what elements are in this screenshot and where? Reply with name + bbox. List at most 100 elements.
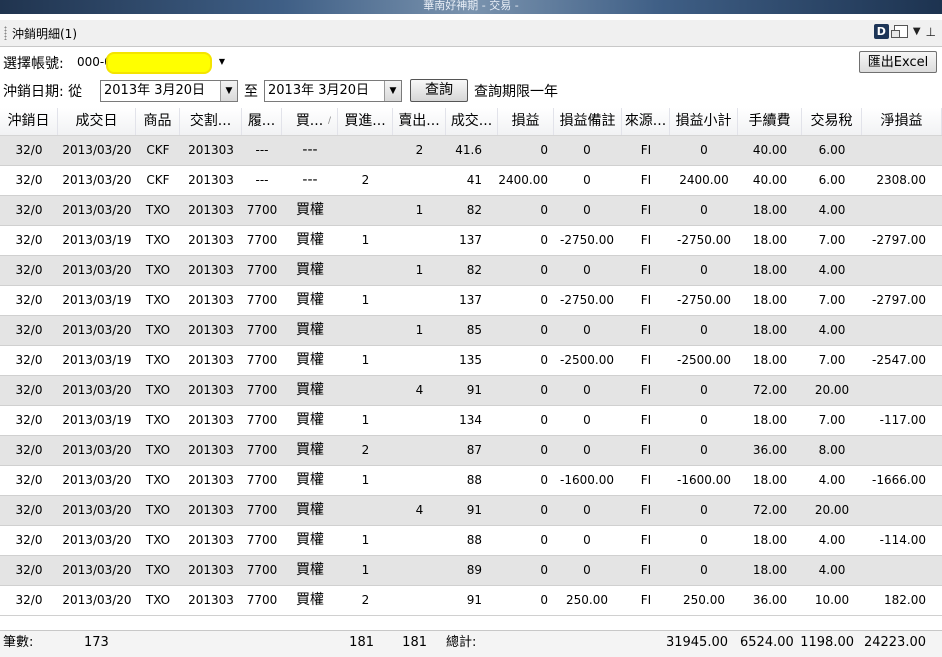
column-header-pl[interactable]: 損益	[498, 108, 554, 135]
table-row[interactable]: 32/0 2013/03/20 TXO 201303 7700 買權 1 88 0 0 FI 0 18.…	[0, 526, 942, 556]
cell-sell-qty	[393, 526, 446, 555]
cell-source: FI	[640, 233, 652, 247]
cell-net-pl: -114.00	[879, 533, 926, 547]
count-label: 筆數:	[3, 635, 34, 650]
column-header-buy-qty[interactable]: 買進...	[338, 108, 393, 135]
date-to-picker[interactable]: 2013年 3月20日 ▼	[264, 80, 402, 102]
cell-call-put: 買權	[296, 382, 324, 398]
cell-strike: 7700	[246, 443, 278, 457]
chevron-down-icon[interactable]: ▼	[913, 26, 921, 37]
cell-buy-qty	[338, 316, 393, 345]
chevron-down-icon[interactable]: ▼	[220, 81, 237, 101]
table-row[interactable]: 32/0 2013/03/20 TXO 201303 7700 買權 2 91 0 250.00 F…	[0, 586, 942, 616]
cell-product: TXO	[145, 233, 171, 247]
cell-call-put: 買權	[296, 352, 324, 368]
column-header-close-date[interactable]: 沖銷日	[0, 108, 58, 135]
column-header-strike[interactable]: 履...	[242, 108, 282, 135]
cell-pl: 0	[540, 563, 548, 577]
table-row[interactable]: 32/0 2013/03/20 TXO 201303 7700 買權 1 82 0 0 FI 0 18.…	[0, 256, 942, 286]
table-row[interactable]: 32/0 2013/03/20 TXO 201303 7700 買權 1 85 0 0 FI 0 18.…	[0, 316, 942, 346]
column-header-pl-note[interactable]: 損益備註	[554, 108, 622, 135]
column-header-sell-qty[interactable]: 賣出...	[393, 108, 446, 135]
cell-product: TXO	[145, 203, 171, 217]
cell-strike: 7700	[246, 263, 278, 277]
cell-tax: 4.00	[818, 203, 846, 217]
cell-buy-qty: 1	[361, 353, 370, 367]
cell-pl-note: 0	[583, 533, 591, 547]
table-row[interactable]: 32/0 2013/03/20 CKF 201303 --- --- 2 41 2400.00 0…	[0, 166, 942, 196]
cell-source: FI	[640, 383, 652, 397]
column-header-pl-subtotal[interactable]: 損益小計	[670, 108, 738, 135]
grid-rows[interactable]: 32/0 2013/03/20 CKF 201303 --- --- 2 41.6 0 0 FI 0 4…	[0, 136, 942, 616]
cell-pl: 0	[540, 143, 548, 157]
account-label: 選擇帳號:	[3, 56, 64, 72]
cell-trade-date: 2013/03/20	[62, 173, 132, 187]
table-row[interactable]: 32/0 2013/03/19 TXO 201303 7700 買權 1 137 0 -2750.…	[0, 286, 942, 316]
pin-icon[interactable]: ⊥	[926, 25, 936, 39]
tax-total: 1198.00	[800, 635, 854, 650]
cell-price: 82	[466, 203, 482, 217]
cell-pl-subtotal: 0	[700, 563, 708, 577]
cell-close-date: 32/0	[15, 473, 43, 487]
table-row[interactable]: 32/0 2013/03/20 TXO 201303 7700 買權 1 88 0 -1600.0…	[0, 466, 942, 496]
chevron-down-icon[interactable]: ▼	[384, 81, 401, 101]
column-header-net-pl[interactable]: 淨損益	[862, 108, 942, 135]
cell-pl-note: 0	[583, 563, 591, 577]
sort-indicator-icon: ∕	[327, 116, 331, 126]
table-row[interactable]: 32/0 2013/03/20 TXO 201303 7700 買權 1 89 0 0 FI 0 18.…	[0, 556, 942, 586]
table-row[interactable]: 32/0 2013/03/20 TXO 201303 7700 買權 1 82 0 0 FI 0 18.…	[0, 196, 942, 226]
cell-source: FI	[640, 563, 652, 577]
table-row[interactable]: 32/0 2013/03/19 TXO 201303 7700 買權 1 135 0 -2500.…	[0, 346, 942, 376]
cell-price: 89	[466, 563, 482, 577]
cell-tax: 20.00	[814, 383, 850, 397]
table-row[interactable]: 32/0 2013/03/19 TXO 201303 7700 買權 1 137 0 -2750.…	[0, 226, 942, 256]
cell-pl-subtotal: 0	[700, 413, 708, 427]
table-row[interactable]: 32/0 2013/03/19 TXO 201303 7700 買權 1 134 0 0 FI 0 18…	[0, 406, 942, 436]
date-from-picker[interactable]: 2013年 3月20日 ▼	[100, 80, 238, 102]
column-header-source[interactable]: 來源...	[622, 108, 670, 135]
date-to-value: 2013年 3月20日	[268, 83, 370, 98]
cell-pl-note: -2750.00	[560, 293, 614, 307]
query-button[interactable]: 查詢	[410, 79, 468, 102]
column-header-product[interactable]: 商品	[136, 108, 180, 135]
chevron-down-icon[interactable]: ▼	[219, 51, 225, 73]
cell-buy-qty: 1	[361, 563, 370, 577]
d-badge-icon[interactable]: D	[873, 24, 889, 39]
cell-product: TXO	[145, 383, 171, 397]
cell-price: 82	[466, 263, 482, 277]
cell-trade-date: 2013/03/20	[62, 263, 132, 277]
cell-source: FI	[640, 263, 652, 277]
column-header-tax[interactable]: 交易稅	[802, 108, 862, 135]
column-header-fee[interactable]: 手續費	[738, 108, 802, 135]
cell-buy-qty: 2	[361, 443, 370, 457]
table-row[interactable]: 32/0 2013/03/20 CKF 201303 --- --- 2 41.6 0 0 FI 0 4…	[0, 136, 942, 166]
account-select[interactable]: 000-0 ▼	[72, 51, 229, 74]
cell-source: FI	[640, 323, 652, 337]
cell-close-date: 32/0	[15, 563, 43, 577]
window-icon[interactable]	[890, 25, 908, 38]
cell-sell-qty	[393, 226, 446, 255]
table-row[interactable]: 32/0 2013/03/20 TXO 201303 7700 買權 4 91 0 0 FI 0 72.…	[0, 496, 942, 526]
grip-handle-icon[interactable]	[4, 26, 7, 40]
window-title: 華南好神期 - 交易 -	[0, 0, 942, 14]
table-row[interactable]: 32/0 2013/03/20 TXO 201303 7700 買權 4 91 0 0 FI 0 72.…	[0, 376, 942, 406]
column-header-settle-month[interactable]: 交割...	[180, 108, 242, 135]
column-header-trade-date[interactable]: 成交日	[58, 108, 136, 135]
column-header-price[interactable]: 成交...	[446, 108, 498, 135]
cell-pl-subtotal: 250.00	[683, 593, 725, 607]
cell-fee: 18.00	[752, 353, 788, 367]
cell-pl: 2400.00	[498, 173, 548, 187]
cell-pl-note: 0	[583, 383, 591, 397]
cell-buy-qty: 1	[361, 473, 370, 487]
column-header-call-put[interactable]: 買... ∕	[282, 108, 338, 135]
export-excel-button[interactable]: 匯出Excel	[859, 51, 937, 73]
cell-fee: 18.00	[752, 263, 788, 277]
cell-source: FI	[640, 173, 652, 187]
cell-call-put: 買權	[296, 202, 324, 218]
table-row[interactable]: 32/0 2013/03/20 TXO 201303 7700 買權 2 87 0 0 FI 0 36.…	[0, 436, 942, 466]
cell-call-put: 買權	[296, 442, 324, 458]
cell-pl: 0	[540, 443, 548, 457]
cell-strike: 7700	[246, 563, 278, 577]
cell-price: 134	[459, 413, 482, 427]
cell-close-date: 32/0	[15, 503, 43, 517]
